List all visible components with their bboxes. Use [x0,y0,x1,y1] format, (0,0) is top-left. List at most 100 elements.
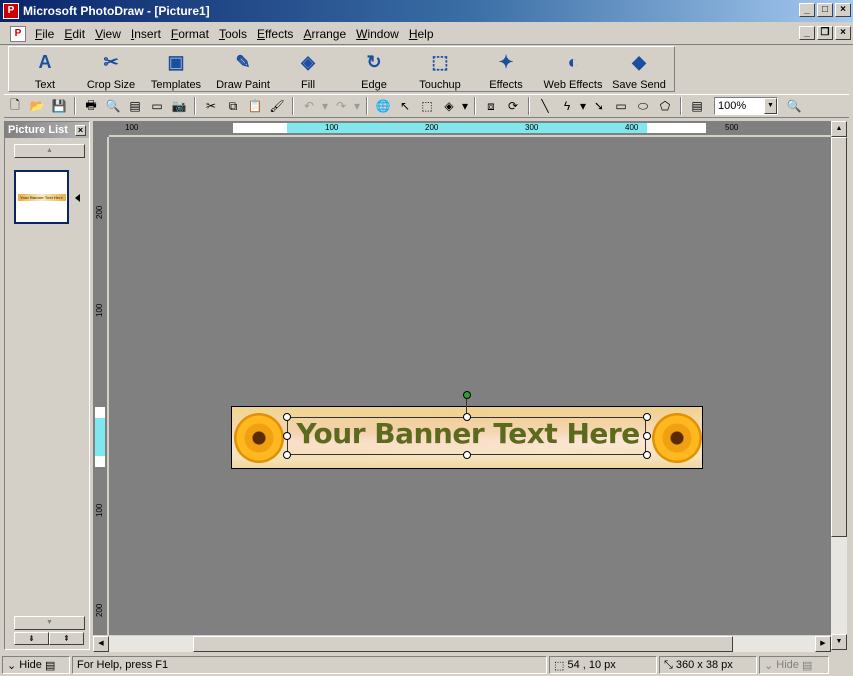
effects-button[interactable]: ✦ Effects [473,47,539,92]
undo-icon[interactable]: ↶ [299,96,319,116]
fill-button[interactable]: ◈ Fill [275,47,341,92]
ruler-selection-range [287,123,647,133]
chevron-down-icon[interactable]: ▼ [764,98,777,114]
zoom-select[interactable]: 100% ▼ [714,97,778,115]
open-icon[interactable]: 📂 [27,96,47,116]
resize-handle-nw[interactable] [283,413,291,421]
camera-icon[interactable]: 📷 [169,96,189,116]
scroll-left-button[interactable]: ◀ [93,636,109,652]
templates-icon: ▣ [167,51,185,72]
paint-dropdown-icon[interactable]: ▾ [461,96,469,116]
copy-icon[interactable]: ⧉ [223,96,243,116]
edge-button[interactable]: ↻ Edge [341,47,407,92]
visual-menu-toolbar: A Text ✂ Crop Size ▣ Templates ✎ Draw Pa… [8,46,675,92]
cut-icon[interactable]: ✂ [201,96,221,116]
toolbar-separator [366,97,368,115]
doc-close-button[interactable]: × [835,26,851,40]
rotation-handle[interactable] [463,391,471,399]
arrow-icon[interactable]: ➘ [589,96,609,116]
menu-insert[interactable]: Insert [126,27,166,41]
preview-icon[interactable]: ▤ [125,96,145,116]
resize-handle-sw[interactable] [283,451,291,459]
ruler-label: 100 [125,123,139,132]
resize-handle-w[interactable] [283,432,291,440]
resize-handle-ne[interactable] [643,413,651,421]
web-icon[interactable]: 🌐 [373,96,393,116]
menu-tools[interactable]: Tools [214,27,252,41]
redo-dropdown-icon[interactable]: ▾ [353,96,361,116]
paint-bucket-icon[interactable]: ◈ [439,96,459,116]
close-icon[interactable]: × [75,124,86,136]
rotate-icon[interactable]: ⟳ [503,96,523,116]
horizontal-scrollbar[interactable]: ◀ ▶ [93,636,831,652]
resize-handle-e[interactable] [643,432,651,440]
zoom-icon[interactable]: 🔍 [784,96,804,116]
toolbar-separator [74,97,76,115]
maximize-button[interactable]: □ [817,3,833,17]
line-icon[interactable]: ╲ [535,96,555,116]
panel-scroll-down[interactable]: ▼ [14,616,85,630]
horizontal-scroll-thumb[interactable] [193,636,733,652]
print-preview-icon[interactable]: 🔍 [103,96,123,116]
selection-frame[interactable] [287,417,646,455]
menu-arrange[interactable]: Arrange [298,27,351,41]
rectangle-icon[interactable]: ▭ [611,96,631,116]
menu-edit[interactable]: Edit [59,27,90,41]
picture-thumbnail[interactable]: Your Banner Text Here [14,170,69,224]
save-send-button[interactable]: ◆ Save Send [607,47,671,92]
format-painter-icon[interactable]: 🖌 [267,96,287,116]
autoshape-icon[interactable]: ⬠ [655,96,675,116]
undo-dropdown-icon[interactable]: ▾ [321,96,329,116]
scanner-icon[interactable]: ▭ [147,96,167,116]
hide-right-button[interactable]: ⌄ Hide ▤ [759,656,829,674]
hide-picture-list-button[interactable]: ⌄ Hide ▤ [2,656,70,674]
panel-scroll-up[interactable]: ▲ [14,144,85,158]
scroll-top-button[interactable]: ⇞ [49,632,84,645]
ellipse-icon[interactable]: ⬭ [633,96,653,116]
resize-handle-n[interactable] [463,413,471,421]
web-effects-button[interactable]: ◐ Web Effects [539,47,607,92]
ruler-selection-range [95,418,105,456]
menu-effects[interactable]: Effects [252,27,298,41]
crop-size-button[interactable]: ✂ Crop Size [81,47,141,92]
select-region-icon[interactable]: ⬚ [417,96,437,116]
hide-label: Hide [776,659,799,671]
menu-format[interactable]: Format [166,27,214,41]
arrange-icon[interactable]: ⧈ [481,96,501,116]
resize-handle-s[interactable] [463,451,471,459]
text-frame-icon[interactable]: ▤ [687,96,707,116]
redo-icon[interactable]: ↷ [331,96,351,116]
menu-view[interactable]: View [90,27,126,41]
scroll-up-button[interactable]: ▲ [831,121,847,137]
resize-handle-se[interactable] [643,451,651,459]
curve-icon[interactable]: ϟ [557,96,577,116]
close-button[interactable]: × [835,3,851,17]
print-icon[interactable]: 🖶 [81,96,101,116]
picture-canvas[interactable]: Your Banner Text Here [109,137,831,635]
draw-paint-button[interactable]: ✎ Draw Paint [211,47,275,92]
doc-minimize-button[interactable]: _ [799,26,815,40]
scroll-bottom-button[interactable]: ⇟ [14,632,49,645]
menu-file[interactable]: File [30,27,59,41]
standard-toolbar: 🗋 📂 💾 🖶 🔍 ▤ ▭ 📷 ✂ ⧉ 📋 🖌 ↶ ▾ ↷ ▾ 🌐 ↖ ⬚ ◈ … [4,94,849,118]
menu-window[interactable]: Window [351,27,404,41]
paste-icon[interactable]: 📋 [245,96,265,116]
chevron-down-icon: ⌄ [7,659,17,672]
scroll-down-button[interactable]: ▼ [831,634,847,650]
edge-icon: ↻ [366,51,382,72]
scroll-right-button[interactable]: ▶ [815,636,831,652]
pointer-icon[interactable]: ↖ [395,96,415,116]
templates-button[interactable]: ▣ Templates [141,47,211,92]
menu-help[interactable]: Help [404,27,439,41]
doc-restore-button[interactable]: ❐ [817,26,833,40]
new-icon[interactable]: 🗋 [5,96,25,116]
curve-dropdown-icon[interactable]: ▾ [579,96,587,116]
minimize-button[interactable]: _ [799,3,815,17]
save-icon[interactable]: 💾 [49,96,69,116]
vertical-scrollbar[interactable]: ▲ ▼ [831,121,847,650]
photodraw-icon[interactable]: P [3,3,19,19]
text-button[interactable]: A Text [9,47,81,92]
touchup-button[interactable]: ⬚ Touchup [407,47,473,92]
vertical-scroll-thumb[interactable] [831,137,847,537]
document-icon[interactable]: P [10,25,26,42]
